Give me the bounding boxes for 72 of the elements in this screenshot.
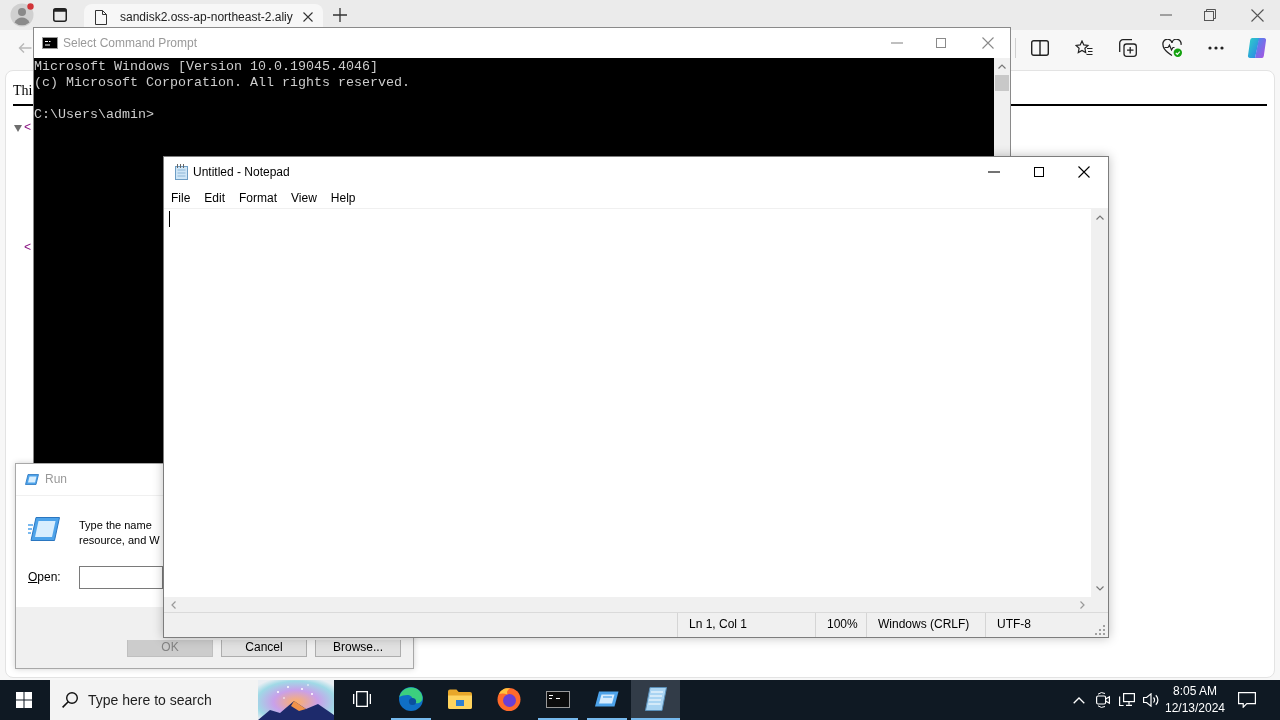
console-icon xyxy=(42,37,58,49)
status-text: Windows (CRLF) xyxy=(866,613,985,637)
favorites-icon[interactable] xyxy=(1075,40,1093,56)
vertical-scrollbar[interactable] xyxy=(1091,209,1108,597)
tab-actions-icon[interactable] xyxy=(53,8,67,22)
volume-icon[interactable] xyxy=(1143,693,1159,707)
resize-grip-icon[interactable] xyxy=(1094,625,1105,635)
network-icon[interactable] xyxy=(1119,693,1135,707)
more-icon[interactable] xyxy=(1208,46,1224,50)
window-title: Select Command Prompt xyxy=(63,35,198,51)
menu-item[interactable]: Help xyxy=(323,187,363,208)
menu-item[interactable]: View xyxy=(284,187,324,208)
status-text: 100% xyxy=(815,613,866,637)
menu-item[interactable]: Format xyxy=(232,187,285,208)
menu-item[interactable]: Edit xyxy=(197,187,233,208)
restore-icon[interactable] xyxy=(1204,9,1216,21)
close-icon[interactable] xyxy=(1078,166,1090,178)
app-logo-icon[interactable] xyxy=(1247,38,1267,58)
browser-tab[interactable]: sandisk2.oss-ap-northeast-2.aliy xyxy=(84,4,323,30)
markup-text: < xyxy=(24,122,32,135)
chevron-up-icon[interactable] xyxy=(1073,696,1085,704)
window-title: Run xyxy=(45,472,67,487)
profile-avatar-icon[interactable] xyxy=(10,3,34,27)
dialog-button[interactable]: Cancel xyxy=(221,640,307,657)
document-icon xyxy=(95,9,107,25)
taskbar-button[interactable] xyxy=(631,680,680,720)
search-field[interactable]: Type here to search xyxy=(88,689,258,711)
close-icon[interactable] xyxy=(1251,8,1264,22)
plus-icon[interactable] xyxy=(333,8,347,22)
scroll-down-icon[interactable] xyxy=(1095,586,1104,591)
clock-time[interactable]: 8:05 AM xyxy=(1173,683,1217,700)
windows-logo-icon[interactable] xyxy=(16,692,32,708)
description-text: resource, and W xyxy=(79,533,160,548)
scroll-up-icon[interactable] xyxy=(1095,215,1104,220)
dialog-button[interactable]: Browse... xyxy=(315,640,401,657)
scroll-up-icon[interactable] xyxy=(998,64,1006,69)
vertical-scrollbar[interactable] xyxy=(994,58,1010,156)
camera-icon[interactable] xyxy=(1096,692,1110,708)
console-text: Microsoft Windows [Version 10.0.19045.4046] xyxy=(34,59,379,75)
text-cursor-icon xyxy=(169,211,170,227)
terminal-icon xyxy=(545,690,570,708)
open-field[interactable] xyxy=(79,566,163,589)
folder-icon xyxy=(447,689,472,709)
scrollbar-thumb[interactable] xyxy=(995,75,1009,91)
notification-icon[interactable] xyxy=(1238,692,1256,708)
slanted-window-icon xyxy=(28,516,60,542)
search-icon xyxy=(62,692,78,708)
field-label: Open: xyxy=(28,570,62,585)
flame-globe-icon xyxy=(496,687,521,711)
window-title: Untitled - Notepad xyxy=(193,164,290,180)
task-view-icon xyxy=(352,691,371,707)
console-text: (c) Microsoft Corporation. All rights reserved. xyxy=(34,75,411,91)
prompt-text: C:\Users\admin> xyxy=(34,107,155,123)
heart-check-icon[interactable] xyxy=(1162,39,1182,57)
wave-circle-icon xyxy=(398,687,423,711)
slanted-window-icon xyxy=(25,474,39,485)
split-screen-icon[interactable] xyxy=(1031,40,1049,56)
disclosure-triangle-icon[interactable] xyxy=(14,125,22,132)
notepad-icon xyxy=(173,164,189,180)
search-box[interactable]: Type here to search xyxy=(50,680,334,720)
markup-text: < xyxy=(24,242,32,255)
description-text: Type the name xyxy=(79,518,153,533)
notepad-icon xyxy=(644,687,667,711)
menu-item[interactable]: File xyxy=(164,187,198,208)
collections-icon[interactable] xyxy=(1119,39,1137,57)
maximize-icon[interactable] xyxy=(1034,167,1044,177)
close-icon[interactable] xyxy=(303,12,313,22)
clock-date[interactable]: 12/13/2024 xyxy=(1164,700,1226,717)
status-text: UTF-8 xyxy=(985,613,1091,637)
notice-text: Thi xyxy=(13,82,33,100)
status-text: Ln 1, Col 1 xyxy=(677,613,815,637)
slanted-window-icon xyxy=(594,691,619,707)
